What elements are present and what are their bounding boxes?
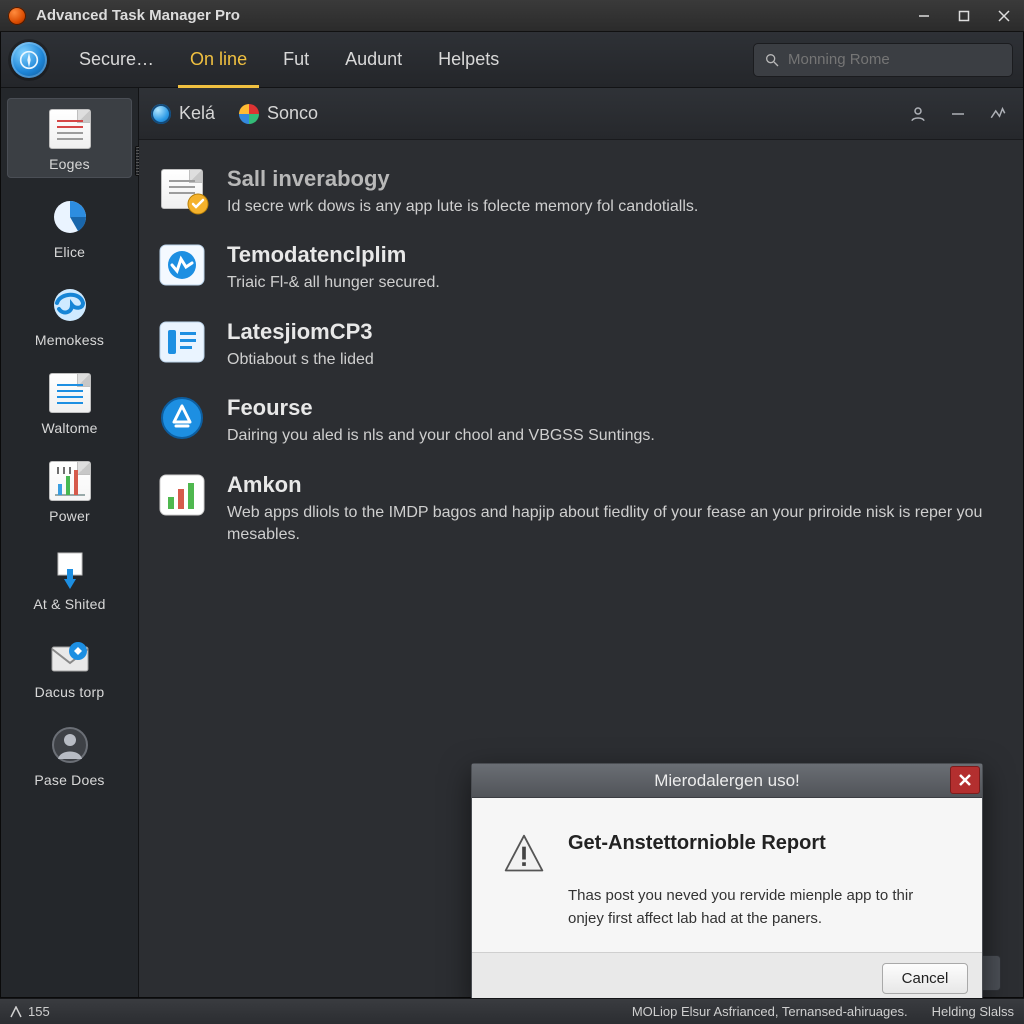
menu-audunt-label: Audunt — [345, 49, 402, 70]
dot-blue-icon — [151, 104, 171, 124]
window-title: Advanced Task Manager Pro — [36, 7, 904, 24]
sidebar-item-atshited[interactable]: At & Shited — [7, 538, 132, 618]
menu-fut[interactable]: Fut — [265, 32, 327, 88]
subtab-label: Kelá — [179, 103, 215, 124]
menu-secure[interactable]: Secure… — [61, 32, 172, 88]
status-middle: MOLiop Elsur Asfrianced, Ternansed-ahiru… — [632, 1004, 908, 1019]
subtab-label: Sonco — [267, 103, 318, 124]
sidebar-item-label: Memokess — [35, 332, 104, 348]
app-icon — [8, 7, 26, 25]
menu-online[interactable]: On line — [172, 32, 265, 88]
subtab-bar: Kelá Sonco — [139, 88, 1023, 140]
sidebar-item-pasedoes[interactable]: Pase Does — [7, 714, 132, 794]
sidebar: Eoges Elice Memokess Waltome — [1, 88, 139, 997]
entry-item[interactable]: Amkon Web apps dliols to the IMDP bagos … — [155, 472, 999, 547]
close-button[interactable] — [984, 0, 1024, 31]
app-chrome: Secure… On line Fut Audunt Helpets Eoges… — [0, 32, 1024, 998]
dialog-heading: Get-Anstettornioble Report — [568, 832, 948, 855]
search-box[interactable] — [753, 43, 1013, 77]
search-icon — [764, 52, 780, 68]
sidebar-item-label: Eoges — [49, 156, 90, 172]
dialog-titlebar: Mierodalergen uso! — [472, 764, 982, 798]
download-icon — [47, 546, 93, 592]
sidebar-item-label: Dacus torp — [35, 684, 105, 700]
doc-badge-icon — [155, 166, 209, 212]
lines-file-icon — [47, 370, 93, 416]
status-left: 155 — [10, 1004, 50, 1019]
sidebar-item-memokess[interactable]: Memokess — [7, 274, 132, 354]
marker-icon — [10, 1006, 22, 1018]
sidebar-item-power[interactable]: Power — [7, 450, 132, 530]
entry-item[interactable]: Feourse Dairing you aled is nls and your… — [155, 395, 999, 447]
sidebar-item-label: Waltome — [41, 420, 97, 436]
sidebar-item-label: Power — [49, 508, 90, 524]
dialog-close-button[interactable] — [950, 766, 980, 794]
status-left-value: 155 — [28, 1004, 50, 1019]
appstore-icon — [155, 395, 209, 441]
menu-online-label: On line — [190, 49, 247, 70]
entry-title: Feourse — [227, 395, 655, 421]
compass-icon — [11, 42, 47, 78]
activity-icon[interactable] — [985, 101, 1011, 127]
entry-item[interactable]: Sall inverabogy Id secre wrk dows is any… — [155, 166, 999, 218]
menu-helpets[interactable]: Helpets — [420, 32, 517, 88]
dot-multi-icon — [239, 104, 259, 124]
entry-title: Sall inverabogy — [227, 166, 698, 192]
activity-tile-icon — [155, 242, 209, 288]
menu-audunt[interactable]: Audunt — [327, 32, 420, 88]
edge-icon — [47, 282, 93, 328]
pie-chart-icon — [47, 194, 93, 240]
dialog-body: Get-Anstettornioble Report Thas post you… — [472, 798, 982, 952]
menu-fut-label: Fut — [283, 49, 309, 70]
person-circle-icon — [47, 722, 93, 768]
signal-chart-icon — [47, 458, 93, 504]
statusbar: 155 MOLiop Elsur Asfrianced, Ternansed-a… — [0, 998, 1024, 1024]
sidebar-item-waltome[interactable]: Waltome — [7, 362, 132, 442]
dialog-footer: Cancel — [472, 952, 982, 1004]
subtab-kela[interactable]: Kelá — [151, 103, 215, 124]
entry-title: LatesjiomCP3 — [227, 319, 374, 345]
subtab-sonco[interactable]: Sonco — [239, 103, 318, 124]
menu-helpets-label: Helpets — [438, 49, 499, 70]
list-tile-icon — [155, 319, 209, 365]
sidebar-item-label: Pase Does — [34, 772, 104, 788]
cancel-button[interactable]: Cancel — [882, 963, 968, 994]
search-input[interactable] — [788, 51, 1002, 68]
sidebar-item-label: Elice — [54, 244, 85, 260]
entry-desc: Dairing you aled is nls and your chool a… — [227, 425, 655, 447]
maximize-button[interactable] — [944, 0, 984, 31]
menu-secure-label: Secure… — [79, 49, 154, 70]
mail-shield-icon — [47, 634, 93, 680]
cancel-button-label: Cancel — [902, 970, 949, 987]
user-icon[interactable] — [905, 101, 931, 127]
dialog-title: Mierodalergen uso! — [654, 771, 800, 791]
entry-item[interactable]: Temodatenclplim Triaic Fl-& all hunger s… — [155, 242, 999, 294]
entry-desc: Id secre wrk dows is any app lute is fol… — [227, 196, 698, 218]
entry-title: Amkon — [227, 472, 999, 498]
warning-icon — [502, 832, 546, 876]
sidebar-item-eoges[interactable]: Eoges — [7, 98, 132, 178]
minimize-button[interactable] — [904, 0, 944, 31]
sidebar-item-elice[interactable]: Elice — [7, 186, 132, 266]
entry-desc: Triaic Fl-& all hunger secured. — [227, 272, 440, 294]
minimize-pane-icon[interactable] — [945, 101, 971, 127]
sidebar-item-dacustorp[interactable]: Dacus torp — [7, 626, 132, 706]
entry-item[interactable]: LatesjiomCP3 Obtiabout s the lided — [155, 319, 999, 371]
report-file-icon — [47, 106, 93, 152]
status-right: Helding Slalss — [932, 1004, 1014, 1019]
entry-desc: Obtiabout s the lided — [227, 349, 374, 371]
dialog-text: Thas post you neved you rervide mienple … — [568, 885, 948, 930]
entry-title: Temodatenclplim — [227, 242, 440, 268]
main-panel: Kelá Sonco — [139, 88, 1023, 997]
sidebar-item-label: At & Shited — [33, 596, 105, 612]
report-dialog: Mierodalergen uso! Get-Anstettornioble R… — [471, 763, 983, 1005]
entry-desc: Web apps dliols to the IMDP bagos and ha… — [227, 502, 999, 547]
menubar: Secure… On line Fut Audunt Helpets — [1, 32, 1023, 88]
titlebar: Advanced Task Manager Pro — [0, 0, 1024, 32]
bars-tile-icon — [155, 472, 209, 518]
